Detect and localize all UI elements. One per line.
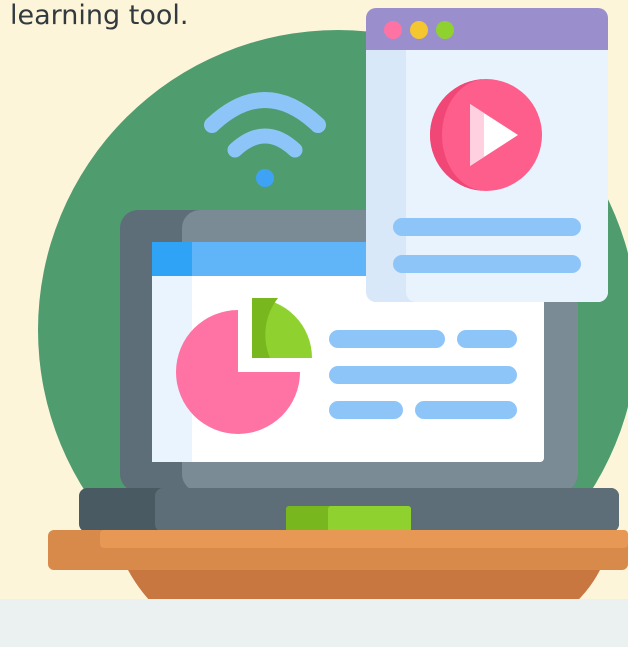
bottom-band bbox=[0, 599, 628, 647]
window-dot-minimize bbox=[410, 21, 428, 39]
window-dot-close bbox=[384, 21, 402, 39]
video-window bbox=[366, 8, 608, 302]
play-icon bbox=[430, 79, 542, 191]
window-dot-maximize bbox=[436, 21, 454, 39]
online-learning-illustration bbox=[38, 8, 628, 647]
